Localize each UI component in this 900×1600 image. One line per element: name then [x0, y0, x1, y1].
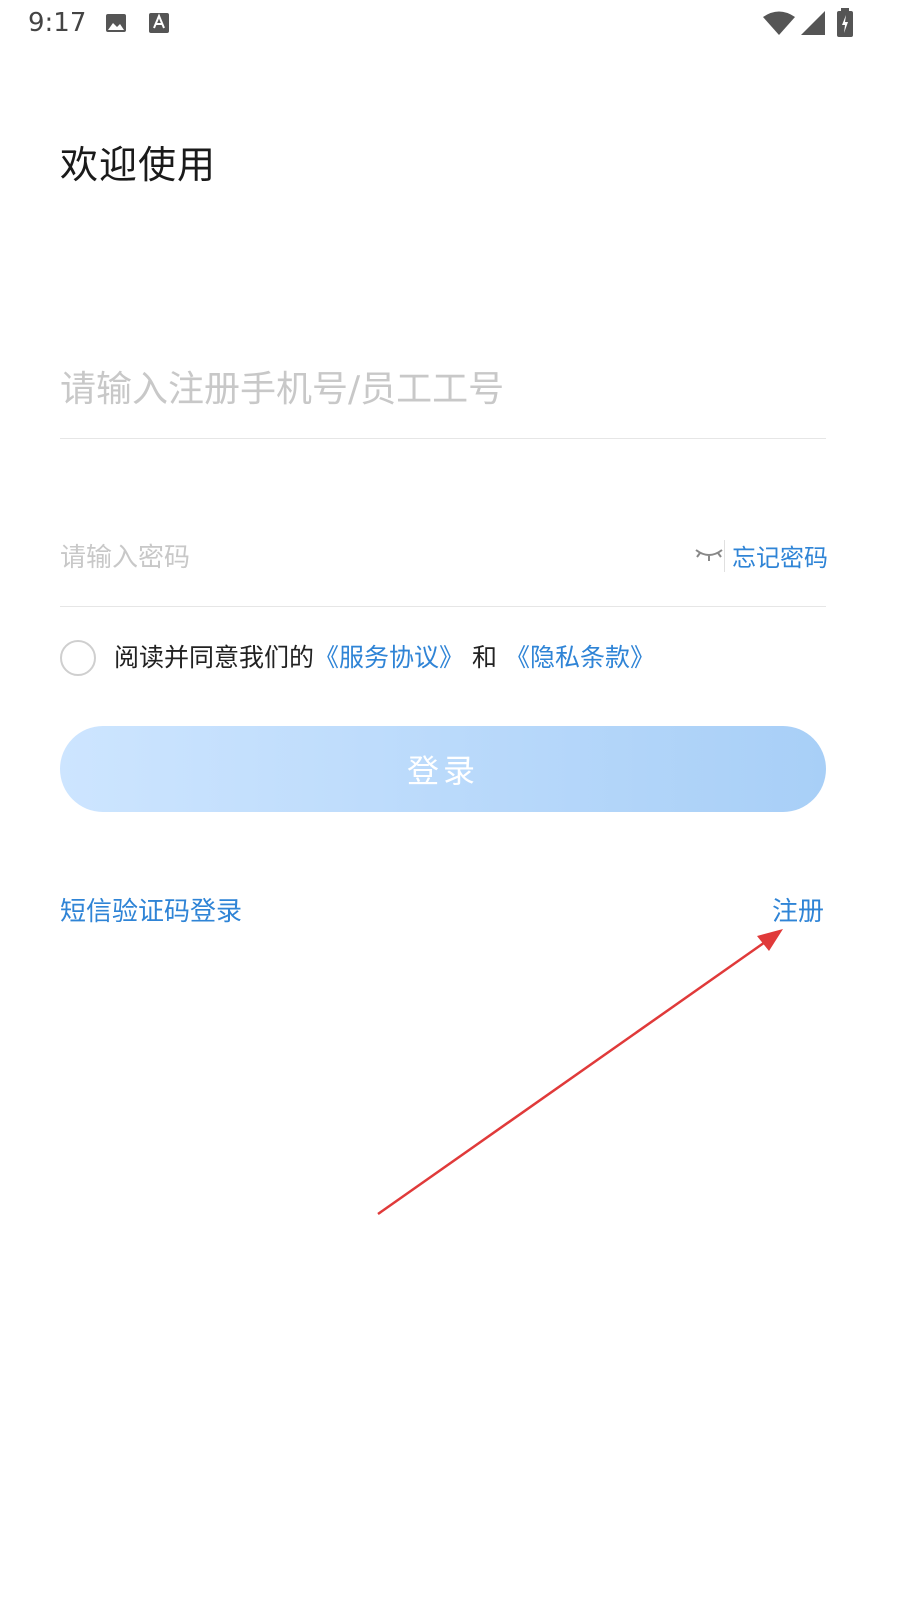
- eye-closed-icon[interactable]: [694, 542, 724, 566]
- agreement-and: 和: [471, 643, 497, 672]
- account-input-placeholder: 请输入注册手机号/员工工号: [60, 369, 505, 410]
- agreement-text: 阅读并同意我们的《服务协议》 和 《隐私条款》: [114, 638, 655, 678]
- password-input[interactable]: 请输入密码: [60, 536, 660, 580]
- privacy-policy-link[interactable]: 《隐私条款》: [505, 643, 655, 672]
- wifi-icon: [763, 11, 795, 35]
- password-divider: [60, 606, 826, 607]
- image-icon: [106, 14, 126, 32]
- sms-login-link[interactable]: 短信验证码登录: [60, 890, 242, 934]
- service-agreement-link[interactable]: 《服务协议》: [314, 643, 464, 672]
- login-button-label: 登录: [406, 752, 479, 790]
- cellular-signal-icon: [801, 11, 825, 35]
- battery-charging-icon: [837, 8, 853, 37]
- forgot-password-link[interactable]: 忘记密码: [732, 538, 828, 578]
- text-a-icon: [149, 13, 169, 33]
- login-button[interactable]: 登录: [60, 726, 826, 812]
- page-title: 欢迎使用: [60, 143, 217, 187]
- agreement-prefix: 阅读并同意我们的: [114, 643, 315, 672]
- status-time: 9:17: [28, 8, 87, 38]
- account-input[interactable]: 请输入注册手机号/员工工号: [60, 360, 826, 420]
- register-link[interactable]: 注册: [772, 890, 824, 934]
- login-screen: 9:17 欢迎使用 请输入注册手机号/员工工号 请输入密码 忘记密码 阅读并同意…: [0, 0, 900, 1600]
- status-bar: 9:17: [0, 0, 900, 48]
- password-separator: [724, 540, 725, 572]
- password-input-placeholder: 请输入密码: [60, 543, 191, 573]
- agreement-checkbox[interactable]: [60, 640, 96, 676]
- account-divider: [60, 438, 826, 439]
